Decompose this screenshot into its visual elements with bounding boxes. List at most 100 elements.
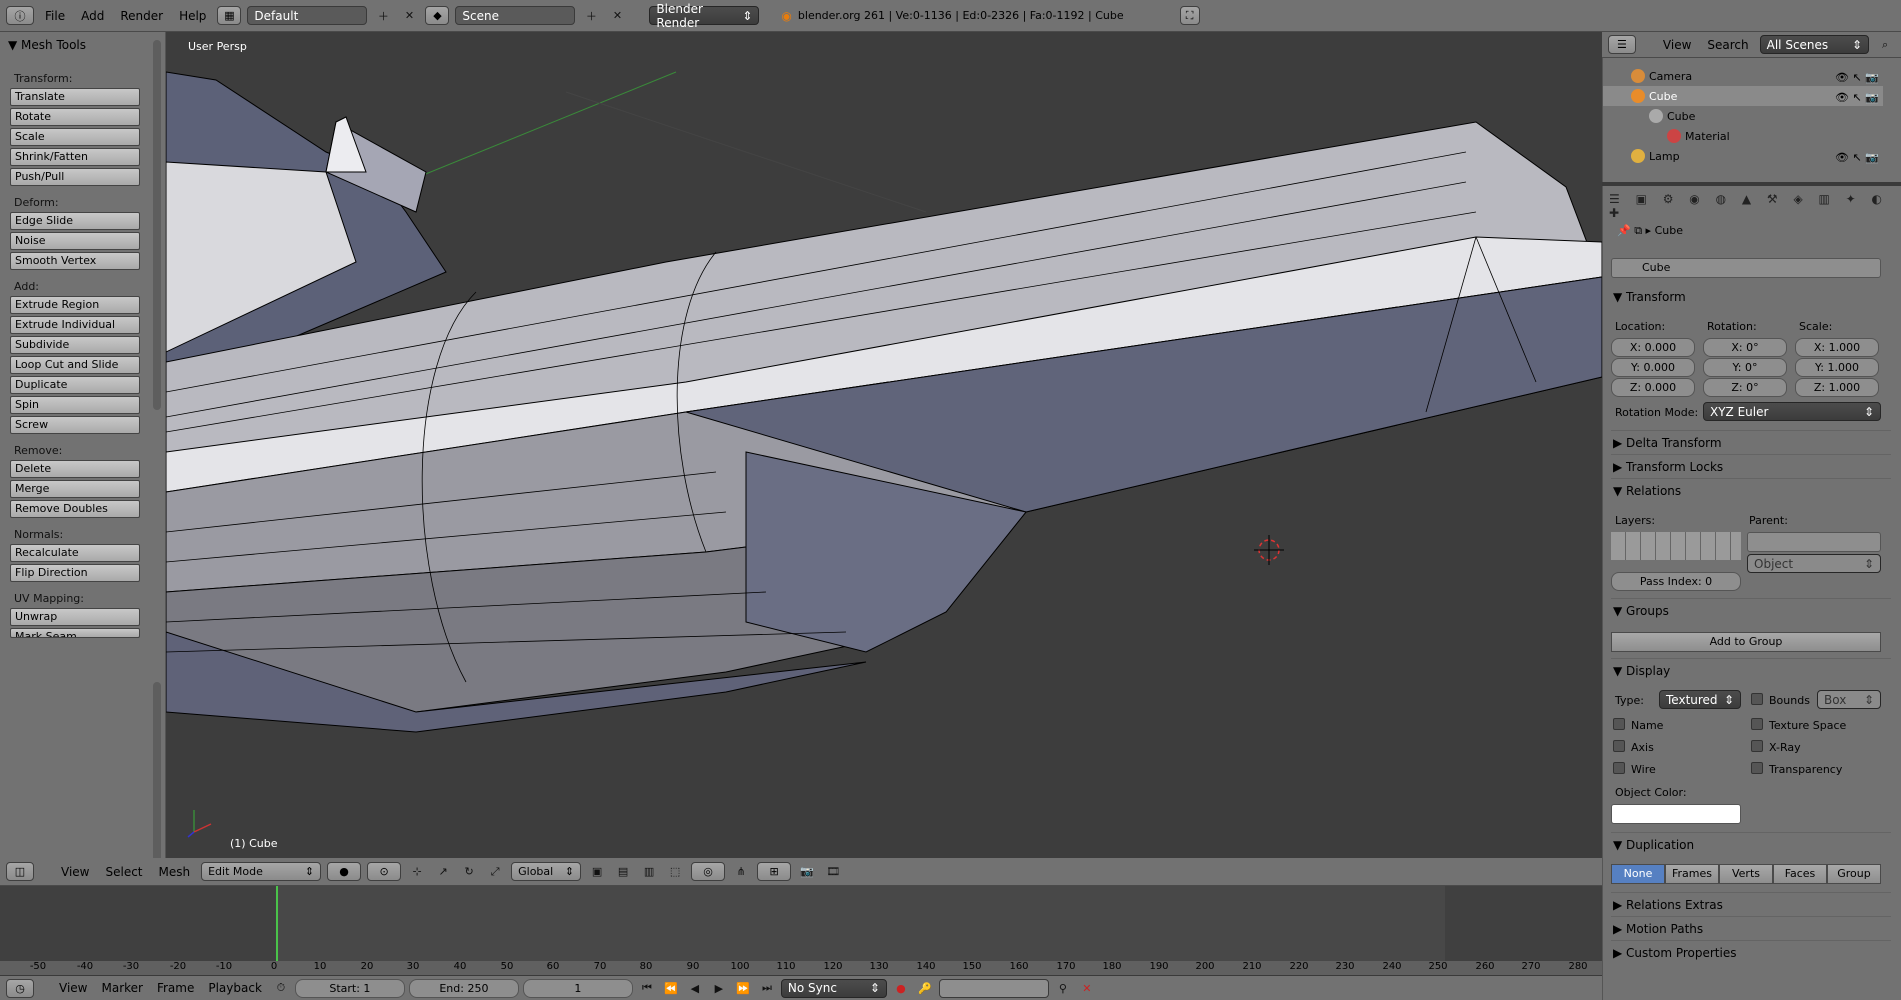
panel-duplication-header[interactable]: ▼ Duplication [1613, 838, 1694, 852]
3d-viewport[interactable]: User Persp (1) Cube [166, 32, 1602, 858]
display-type-dropdown[interactable]: Textured ⇕ [1659, 690, 1741, 709]
menu-select[interactable]: Select [100, 865, 147, 879]
snap-element-icon[interactable]: ⊞ [757, 862, 792, 881]
bounds-type-dropdown[interactable]: Box ⇕ [1817, 690, 1881, 709]
rotation-z-field[interactable]: Z: 0° [1703, 378, 1787, 397]
pivot-icon[interactable]: ⊙ [367, 862, 402, 881]
outliner-menu-view[interactable]: View [1658, 38, 1696, 52]
vertex-select-icon[interactable]: ▣ [587, 862, 607, 881]
scale-manipulator-icon[interactable]: ⤢ [485, 862, 505, 881]
orientation-dropdown[interactable]: Global ⇕ [511, 862, 582, 881]
record-icon[interactable]: ● [891, 979, 911, 998]
axis-checkbox[interactable] [1613, 740, 1625, 752]
outliner-editor-icon[interactable]: ☰ [1608, 35, 1636, 54]
panel-delta-transform-header[interactable]: ▶ Delta Transform [1613, 436, 1722, 450]
loop-cut-and-slide-button[interactable]: Loop Cut and Slide [10, 356, 140, 374]
scale-z-field[interactable]: Z: 1.000 [1795, 378, 1879, 397]
pass-index-field[interactable]: Pass Index: 0 [1611, 572, 1741, 591]
edge-slide-button[interactable]: Edge Slide [10, 212, 140, 230]
duplication-none-button[interactable]: None [1611, 864, 1665, 884]
extrude-region-button[interactable]: Extrude Region [10, 296, 140, 314]
duplication-verts-button[interactable]: Verts [1719, 864, 1773, 884]
unwrap-button[interactable]: Unwrap [10, 608, 140, 626]
timeline-editor-icon[interactable]: ◷ [6, 978, 34, 998]
panel-transform-locks-header[interactable]: ▶ Transform Locks [1613, 460, 1723, 474]
edge-select-icon[interactable]: ▤ [613, 862, 633, 881]
duplication-faces-button[interactable]: Faces [1773, 864, 1827, 884]
merge-button[interactable]: Merge [10, 480, 140, 498]
search-icon[interactable]: ⌕ [1875, 35, 1895, 54]
object-color-swatch[interactable] [1611, 804, 1741, 824]
timeline-area[interactable] [0, 886, 1602, 966]
add-scene-icon[interactable]: ＋ [581, 6, 601, 25]
panel-relations-header[interactable]: ▼ Relations [1613, 484, 1681, 498]
texture-space-checkbox[interactable] [1751, 718, 1763, 730]
keying-set-field[interactable] [938, 978, 1049, 998]
properties-tabs[interactable]: ☰ ▣ ⚙ ◉ ◍ ▲ ⚒ ◈ ▥ ✦ ◐ ✚ [1609, 192, 1895, 220]
location-z-field[interactable]: Z: 0.000 [1611, 378, 1695, 397]
translate-button[interactable]: Translate [10, 88, 140, 106]
mark-seam-button[interactable]: Mark Seam [10, 628, 140, 638]
shading-icon[interactable]: ● [327, 862, 362, 881]
screw-button[interactable]: Screw [10, 416, 140, 434]
menu-help[interactable]: Help [174, 9, 211, 23]
parent-type-dropdown[interactable]: Object ⇕ [1747, 554, 1881, 573]
layers-grid[interactable] [1611, 532, 1741, 560]
keying-set-icon[interactable]: 🔑 [915, 979, 935, 998]
current-frame-field[interactable]: 1 [522, 978, 633, 998]
object-name-field[interactable]: Cube [1611, 258, 1881, 278]
flip-direction-button[interactable]: Flip Direction [10, 564, 140, 582]
fullscreen-icon[interactable]: ⛶ [1179, 6, 1200, 25]
spin-button[interactable]: Spin [10, 396, 140, 414]
play-reverse-icon[interactable]: ◀ [685, 979, 705, 998]
panel-motion-paths-header[interactable]: ▶ Motion Paths [1613, 922, 1703, 936]
smooth-vertex-button[interactable]: Smooth Vertex [10, 252, 140, 270]
panel-display-header[interactable]: ▼ Display [1613, 664, 1670, 678]
translate-manipulator-icon[interactable]: ↗ [433, 862, 453, 881]
push-pull-button[interactable]: Push/Pull [10, 168, 140, 186]
extrude-individual-button[interactable]: Extrude Individual [10, 316, 140, 334]
outliner-filter-dropdown[interactable]: All Scenes ⇕ [1759, 35, 1870, 54]
panel-custom-properties-header[interactable]: ▶ Custom Properties [1613, 946, 1736, 960]
wire-checkbox[interactable] [1613, 762, 1625, 774]
rotate-button[interactable]: Rotate [10, 108, 140, 126]
bounds-checkbox[interactable] [1751, 693, 1763, 705]
add-layout-icon[interactable]: ＋ [373, 6, 393, 25]
manipulator-icon[interactable]: ⊹ [407, 862, 427, 881]
jump-end-icon[interactable]: ⏭ [757, 979, 777, 998]
tool-shelf-scrollbar[interactable] [153, 40, 161, 410]
rotation-mode-dropdown[interactable]: XYZ Euler ⇕ [1703, 402, 1881, 421]
shrink-fatten-button[interactable]: Shrink/Fatten [10, 148, 140, 166]
delete-button[interactable]: Delete [10, 460, 140, 478]
editor-type-icon[interactable]: ◫ [6, 862, 34, 881]
snap-icon[interactable]: ⋔ [731, 862, 751, 881]
limit-selection-icon[interactable]: ⬚ [665, 862, 685, 881]
duplicate-button[interactable]: Duplicate [10, 376, 140, 394]
parent-field[interactable] [1747, 532, 1881, 552]
preview-range-icon[interactable]: ⏱ [271, 979, 291, 998]
timeline-menu-frame[interactable]: Frame [152, 981, 199, 995]
transparency-checkbox[interactable] [1751, 762, 1763, 774]
timeline-menu-playback[interactable]: Playback [203, 981, 267, 995]
sync-dropdown[interactable]: No Sync ⇕ [780, 978, 887, 998]
render-engine-dropdown[interactable]: Blender Render ⇕ [649, 2, 760, 30]
x-ray-checkbox[interactable] [1751, 740, 1763, 752]
menu-mesh[interactable]: Mesh [154, 865, 196, 879]
play-icon[interactable]: ▶ [709, 979, 729, 998]
jump-start-icon[interactable]: ⏮ [637, 979, 657, 998]
outliner-menu-search[interactable]: Search [1702, 38, 1753, 52]
panel-groups-header[interactable]: ▼ Groups [1613, 604, 1669, 618]
menu-render[interactable]: Render [115, 9, 168, 23]
proportional-edit-icon[interactable]: ◎ [691, 862, 726, 881]
scene-icon[interactable]: ◆ [425, 6, 450, 25]
tool-shelf-scrollbar-lower[interactable] [153, 682, 161, 882]
info-editor-icon[interactable]: ⓘ [6, 6, 34, 25]
layout-field[interactable]: Default [247, 6, 368, 25]
location-y-field[interactable]: Y: 0.000 [1611, 358, 1695, 377]
timeline-menu-marker[interactable]: Marker [96, 981, 147, 995]
menu-view[interactable]: View [56, 865, 94, 879]
start-frame-field[interactable]: Start: 1 [294, 978, 405, 998]
recalculate-button[interactable]: Recalculate [10, 544, 140, 562]
duplication-group-button[interactable]: Group [1827, 864, 1881, 884]
remove-layout-icon[interactable]: ✕ [399, 6, 419, 25]
